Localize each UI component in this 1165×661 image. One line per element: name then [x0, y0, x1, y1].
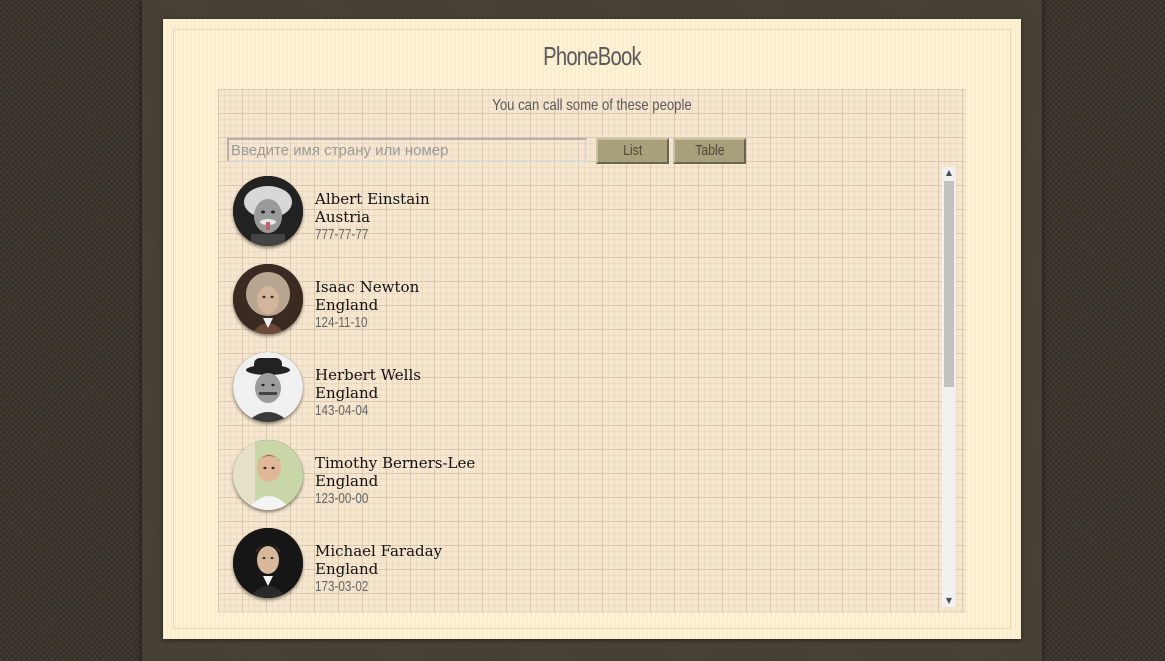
contact-country: England	[315, 472, 379, 490]
contact-country: England	[315, 296, 379, 314]
contact-country: England	[315, 560, 379, 578]
contact-name: Herbert Wells	[315, 366, 421, 384]
search-input[interactable]	[227, 138, 587, 162]
contacts-panel: You can call some of these people List T…	[218, 89, 966, 613]
contact-phone: 124-11-10	[315, 314, 368, 331]
contact-item[interactable]: Isaac Newton England 124-11-10	[233, 264, 733, 336]
contact-phone: 123-00-00	[315, 490, 369, 507]
contact-phone: 777-77-77	[315, 226, 369, 243]
scrollbar-thumb[interactable]	[944, 181, 954, 387]
contact-name: Timothy Berners-Lee	[315, 454, 476, 472]
contact-phone: 173-03-02	[315, 578, 369, 595]
contact-item[interactable]: Albert Einstain Austria 777-77-77	[233, 176, 733, 248]
contact-country: England	[315, 384, 379, 402]
contact-phone: 143-04-04	[315, 402, 369, 419]
arrow-down-icon[interactable]: ▼	[942, 595, 956, 607]
wells-portrait-icon	[233, 352, 303, 422]
table-view-button[interactable]: Table	[673, 138, 746, 164]
table-button-label: Table	[694, 142, 725, 159]
list-view-button[interactable]: List	[596, 138, 669, 164]
page-subtitle: You can call some of these people	[492, 97, 692, 114]
contact-name: Albert Einstain	[315, 190, 430, 208]
contact-name: Michael Faraday	[315, 542, 443, 560]
contact-item[interactable]: Timothy Berners-Lee England 123-00-00	[233, 440, 733, 512]
faraday-portrait-icon	[233, 528, 303, 598]
einstein-portrait-icon	[233, 176, 303, 246]
list-button-label: List	[622, 142, 643, 159]
newton-portrait-icon	[233, 264, 303, 334]
page-title: PhoneBook	[543, 41, 642, 71]
contact-item[interactable]: Herbert Wells England 143-04-04	[233, 352, 733, 424]
contact-list[interactable]: Albert Einstain Austria 777-77-77 Isaac …	[218, 167, 958, 607]
phonebook-card: PhoneBook You can call some of these peo…	[163, 19, 1021, 639]
list-scrollbar[interactable]: ▲ ▼	[942, 167, 956, 607]
berners-lee-portrait-icon	[233, 440, 303, 510]
arrow-up-icon[interactable]: ▲	[942, 167, 956, 179]
contact-item[interactable]: Michael Faraday England 173-03-02	[233, 528, 733, 600]
contact-country: Austria	[315, 208, 371, 226]
contact-name: Isaac Newton	[315, 278, 420, 296]
